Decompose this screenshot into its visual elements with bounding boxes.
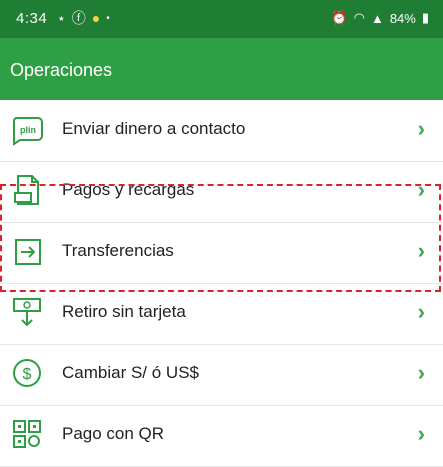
status-right: ⏰ ◠ ▲ 84% ▮ [331,10,429,26]
cash-withdraw-icon [13,298,41,327]
chevron-right-icon: › [417,421,425,446]
weather-icon: ⋆ [57,9,66,26]
status-bar: 4:34 ⋆ ⓕ ● • ⏰ ◠ ▲ 84% ▮ [0,0,443,38]
chevron-right-icon: › [417,360,425,385]
list-item-label: Pagos y recargas [62,180,195,199]
document-icon [14,175,39,205]
svg-text:plin: plin [20,125,36,135]
exchange-icon: $ [13,359,41,387]
chevron-right-icon: › [417,238,425,263]
chevron-right-icon: › [417,116,425,141]
dot-icon: • [106,12,110,24]
notification-dot-icon: ● [91,10,101,26]
facebook-icon: ⓕ [71,10,86,26]
chevron-right-icon: › [417,177,425,202]
list-item-enviar-dinero[interactable]: plin Enviar dinero a contacto › [0,100,443,162]
qr-icon [13,420,41,448]
list-item-pago-qr[interactable]: Pago con QR › [0,405,443,467]
list-item-pagos-recargas[interactable]: Pagos y recargas › [0,161,443,223]
wifi-icon: ◠ [353,10,365,25]
list-item-label: Enviar dinero a contacto [62,119,246,138]
transfer-icon [15,239,41,265]
plin-icon: plin [12,117,43,146]
list-item-label: Cambiar S/ ó US$ [62,363,199,382]
alarm-icon: ⏰ [331,10,348,25]
chevron-right-icon: › [417,299,425,324]
list-item-label: Transferencias [62,241,174,260]
list-item-cambiar-moneda[interactable]: $ Cambiar S/ ó US$ › [0,344,443,406]
status-time: 4:34 [16,10,48,27]
list-item-label: Retiro sin tarjeta [62,302,186,321]
page-title: Operaciones [10,60,113,80]
list-item-label: Pago con QR [62,424,165,443]
signal-icon: ▲ [370,10,384,26]
battery-text: 84% [389,10,416,26]
status-left-icons: ⋆ ⓕ ● • [57,8,110,28]
list-item-retiro-sin-tarjeta[interactable]: Retiro sin tarjeta › [0,283,443,345]
app-bar: Operaciones [0,38,443,100]
battery-icon: ▮ [421,10,429,25]
svg-text:$: $ [23,366,32,383]
list-item-transferencias[interactable]: Transferencias › [0,222,443,284]
